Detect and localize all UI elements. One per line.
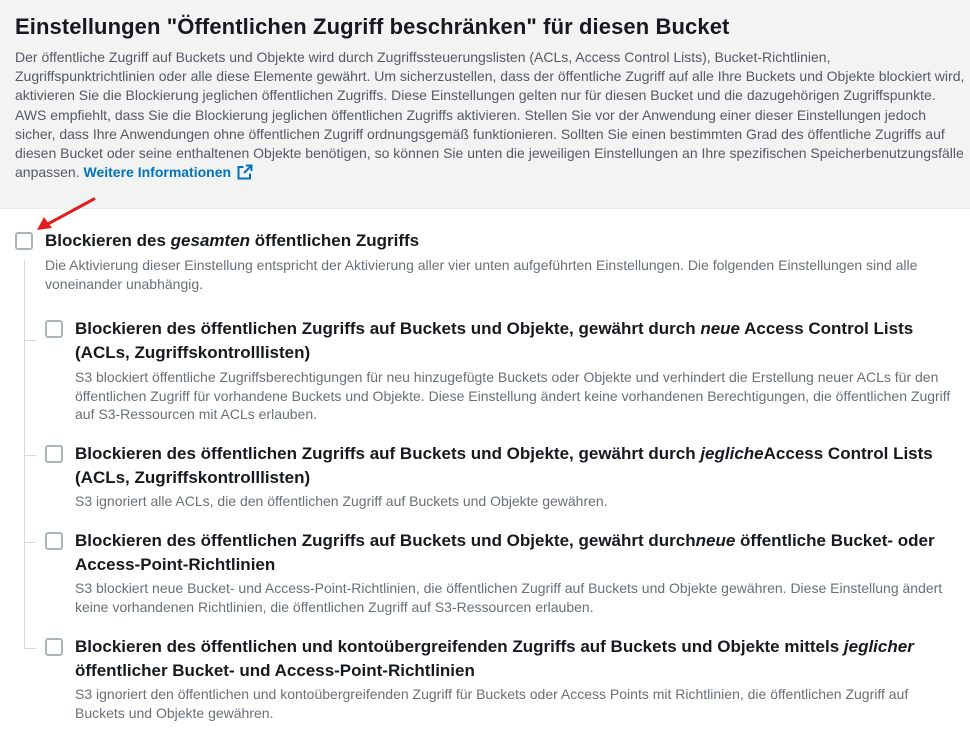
option-title-pre: Blockieren des öffentlichen Zugriffs auf… <box>75 531 696 550</box>
option-any-policies-title[interactable]: Blockieren des öffentlichen und kontoübe… <box>75 635 955 683</box>
option-new-policies-checkbox[interactable] <box>45 532 63 550</box>
option-any-acls-title[interactable]: Blockieren des öffentlichen Zugriffs auf… <box>75 442 955 490</box>
tree-branch <box>24 340 36 341</box>
block-all-title-post: öffentlichen Zugriffs <box>250 231 420 250</box>
option-title-pre: Blockieren des öffentlichen Zugriffs auf… <box>75 444 701 463</box>
option-new-acls-description: S3 blockiert öffentliche Zugriffsberecht… <box>75 369 951 422</box>
option-title-pre: Blockieren des öffentlichen und kontoübe… <box>75 637 844 656</box>
option-title-em: jeglicher <box>843 637 914 656</box>
info-panel: Einstellungen "Öffentlichen Zugriff besc… <box>0 0 970 209</box>
option-new-acls-checkbox[interactable] <box>45 320 63 338</box>
info-description-text: Der öffentliche Zugriff auf Buckets und … <box>15 49 965 181</box>
option-any-policies-checkbox[interactable] <box>45 638 63 656</box>
block-all-checkbox[interactable] <box>15 232 33 250</box>
tree-branch <box>24 455 36 456</box>
option-new-policies-title[interactable]: Blockieren des öffentlichen Zugriffs auf… <box>75 529 955 577</box>
option-title-pre: Blockieren des öffentlichen Zugriffs auf… <box>75 319 701 338</box>
block-all-title-em: gesamten <box>170 231 251 250</box>
option-any-acls-description: S3 ignoriert alle ACLs, die den öffentli… <box>75 493 608 509</box>
option-new-policies-description: S3 blockiert neue Bucket- und Access-Poi… <box>75 580 943 615</box>
option-any-policies-description: S3 ignoriert den öffentlichen und kontoü… <box>75 686 909 721</box>
option-title-em: jegliche <box>700 444 764 463</box>
option-title-em: neue <box>700 319 741 338</box>
learn-more-link[interactable]: Weitere Informationen <box>84 164 254 180</box>
option-new-acls-title[interactable]: Blockieren des öffentlichen Zugriffs auf… <box>75 317 955 365</box>
page-title: Einstellungen "Öffentlichen Zugriff besc… <box>15 14 730 39</box>
option-title-post: öffentlicher Bucket- und Access-Point-Ri… <box>75 661 475 680</box>
option-title-em: neue <box>695 531 736 550</box>
block-all-title-pre: Blockieren des <box>45 231 171 250</box>
option-any-acls-checkbox[interactable] <box>45 445 63 463</box>
block-all-description: Die Aktivierung dieser Einstellung entsp… <box>45 257 918 292</box>
external-link-icon[interactable] <box>237 164 253 180</box>
tree-branch <box>24 542 36 543</box>
block-all-title[interactable]: Blockieren des gesamten öffentlichen Zug… <box>45 229 419 253</box>
info-description: Der öffentliche Zugriff auf Buckets und … <box>15 48 967 182</box>
learn-more-label: Weitere Informationen <box>83 164 232 181</box>
tree-branch <box>24 648 36 649</box>
